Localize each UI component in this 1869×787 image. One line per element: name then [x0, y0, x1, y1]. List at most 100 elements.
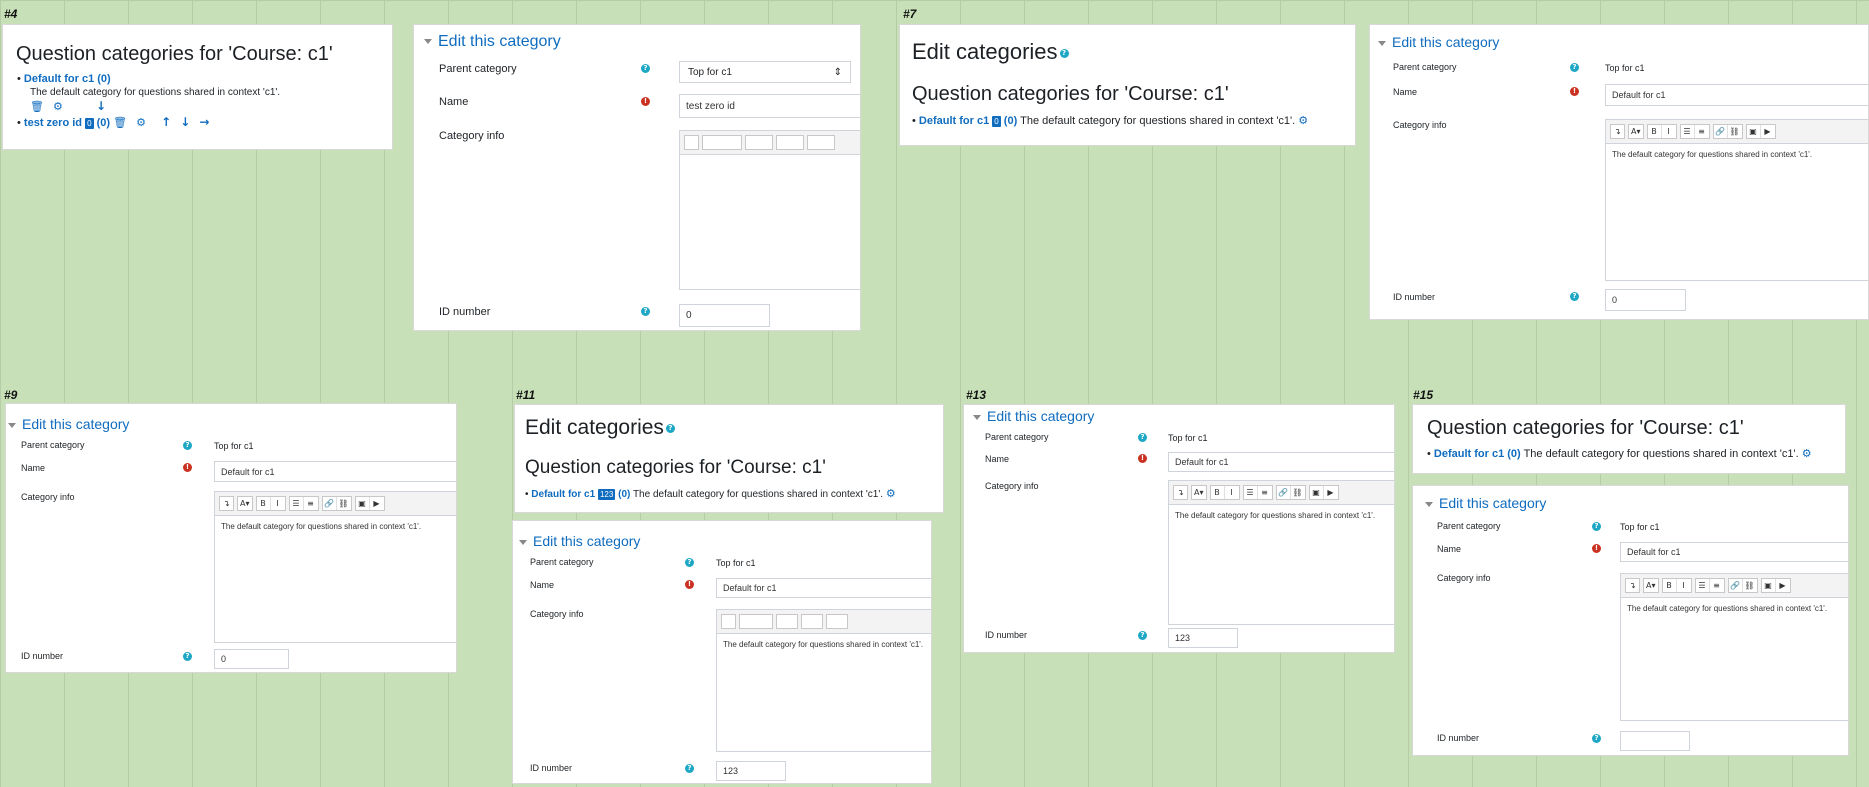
move-down-icon[interactable]: ↓: [180, 115, 190, 129]
link-icon[interactable]: 🔗: [1729, 579, 1743, 592]
ordered-list-icon[interactable]: ≡: [304, 497, 318, 510]
editor-content[interactable]: The default category for questions share…: [215, 516, 456, 537]
unordered-list-icon[interactable]: ☰: [1244, 486, 1258, 499]
font-style-icon[interactable]: A▾: [237, 496, 253, 511]
italic-icon[interactable]: I: [271, 497, 285, 510]
bold-icon[interactable]: B: [257, 497, 271, 510]
idnumber-input[interactable]: 123: [1168, 628, 1238, 648]
gear-icon[interactable]: ⚙: [53, 100, 63, 113]
category-link[interactable]: Default for c1: [919, 115, 989, 127]
undo-icon[interactable]: ↴: [1625, 578, 1640, 593]
gear-icon[interactable]: ⚙: [886, 487, 896, 500]
toolbar-button[interactable]: [776, 135, 804, 150]
link-icon[interactable]: 🔗: [323, 497, 337, 510]
help-icon[interactable]: ?: [1059, 48, 1069, 58]
unordered-list-icon[interactable]: ☰: [1681, 125, 1695, 138]
unlink-icon[interactable]: ⛓: [1743, 579, 1757, 592]
form-legend[interactable]: Edit this category: [424, 33, 561, 51]
bold-icon[interactable]: B: [1211, 486, 1225, 499]
media-icon[interactable]: ▶: [1776, 579, 1790, 592]
editor-content[interactable]: The default category for questions share…: [1606, 144, 1868, 165]
name-input[interactable]: test zero id: [679, 94, 860, 118]
media-icon[interactable]: ▶: [370, 497, 384, 510]
gear-icon[interactable]: ⚙: [136, 116, 146, 129]
toolbar-button[interactable]: [745, 135, 773, 150]
gear-icon[interactable]: ⚙: [1298, 114, 1308, 127]
category-info-editor[interactable]: ↴ A▾ BI ☰ ≡ 🔗 ⛓ ▣ ▶ The default category fo…: [1168, 480, 1394, 625]
help-icon[interactable]: ?: [641, 307, 650, 316]
category-info-editor[interactable]: [679, 130, 860, 290]
category-link[interactable]: test zero id: [24, 117, 82, 129]
image-icon[interactable]: ▣: [356, 497, 370, 510]
link-icon[interactable]: 🔗: [1714, 125, 1728, 138]
unordered-list-icon[interactable]: ☰: [1696, 579, 1710, 592]
italic-icon[interactable]: I: [1662, 125, 1676, 138]
bold-icon[interactable]: B: [1648, 125, 1662, 138]
unlink-icon[interactable]: ⛓: [1291, 486, 1305, 499]
help-icon[interactable]: ?: [183, 652, 192, 661]
category-info-editor[interactable]: ↴ A▾ BI ☰ ≡ 🔗 ⛓ ▣ ▶ The default category fo…: [214, 491, 456, 643]
form-legend[interactable]: Edit this category: [1378, 34, 1499, 50]
unordered-list-icon[interactable]: ☰: [290, 497, 304, 510]
form-legend[interactable]: Edit this category: [519, 533, 640, 549]
toolbar-button[interactable]: [702, 135, 742, 150]
editor-content[interactable]: The default category for questions share…: [1621, 598, 1848, 619]
name-input[interactable]: Default for c1: [1605, 84, 1868, 106]
font-style-icon[interactable]: A▾: [1643, 578, 1659, 593]
move-up-icon[interactable]: ↑: [161, 115, 171, 129]
delete-icon[interactable]: 🗑: [30, 100, 44, 113]
toolbar-button[interactable]: [684, 135, 699, 150]
category-info-editor[interactable]: The default category for questions share…: [716, 609, 931, 752]
toolbar-button[interactable]: [739, 614, 773, 629]
toolbar-button[interactable]: [807, 135, 835, 150]
media-icon[interactable]: ▶: [1324, 486, 1338, 499]
bold-icon[interactable]: B: [1663, 579, 1677, 592]
media-icon[interactable]: ▶: [1761, 125, 1775, 138]
idnumber-input[interactable]: [1620, 731, 1690, 751]
name-input[interactable]: Default for c1: [716, 578, 931, 598]
idnumber-input[interactable]: 0: [679, 304, 770, 327]
image-icon[interactable]: ▣: [1747, 125, 1761, 138]
form-legend[interactable]: Edit this category: [8, 416, 129, 432]
help-icon[interactable]: ?: [1570, 63, 1579, 72]
help-icon[interactable]: ?: [1592, 522, 1601, 531]
help-icon[interactable]: ?: [1138, 433, 1147, 442]
help-icon[interactable]: ?: [665, 423, 675, 433]
name-input[interactable]: Default for c1: [1620, 542, 1848, 562]
name-input[interactable]: Default for c1: [1168, 452, 1394, 472]
move-down-icon[interactable]: ↓: [96, 99, 106, 113]
move-right-icon[interactable]: →: [199, 115, 209, 129]
font-style-icon[interactable]: A▾: [1191, 485, 1207, 500]
unlink-icon[interactable]: ⛓: [1728, 125, 1742, 138]
undo-icon[interactable]: ↴: [219, 496, 234, 511]
italic-icon[interactable]: I: [1225, 486, 1239, 499]
unlink-icon[interactable]: ⛓: [337, 497, 351, 510]
font-style-icon[interactable]: A▾: [1628, 124, 1644, 139]
delete-icon[interactable]: 🗑: [113, 116, 127, 129]
form-legend[interactable]: Edit this category: [973, 408, 1094, 424]
help-icon[interactable]: ?: [1592, 734, 1601, 743]
editor-content[interactable]: The default category for questions share…: [1169, 505, 1394, 526]
help-icon[interactable]: ?: [1570, 292, 1579, 301]
category-link[interactable]: Default for c1 (0): [24, 73, 111, 85]
ordered-list-icon[interactable]: ≡: [1695, 125, 1709, 138]
ordered-list-icon[interactable]: ≡: [1258, 486, 1272, 499]
gear-icon[interactable]: ⚙: [1802, 447, 1812, 460]
category-info-editor[interactable]: ↴ A▾ BI ☰ ≡ 🔗 ⛓ ▣ ▶ The default category fo…: [1605, 119, 1868, 281]
parent-select[interactable]: Top for c1 ⇕: [679, 61, 851, 83]
idnumber-input[interactable]: 0: [214, 649, 289, 669]
toolbar-button[interactable]: [776, 614, 798, 629]
image-icon[interactable]: ▣: [1762, 579, 1776, 592]
ordered-list-icon[interactable]: ≡: [1710, 579, 1724, 592]
toolbar-button[interactable]: [826, 614, 848, 629]
name-input[interactable]: Default for c1: [214, 461, 456, 482]
category-link[interactable]: Default for c1 (0): [1434, 448, 1521, 460]
help-icon[interactable]: ?: [685, 558, 694, 567]
help-icon[interactable]: ?: [1138, 631, 1147, 640]
help-icon[interactable]: ?: [183, 441, 192, 450]
editor-content[interactable]: The default category for questions share…: [717, 634, 931, 655]
italic-icon[interactable]: I: [1677, 579, 1691, 592]
category-link[interactable]: Default for c1: [531, 489, 595, 500]
idnumber-input[interactable]: 0: [1605, 289, 1686, 311]
form-legend[interactable]: Edit this category: [1425, 495, 1546, 511]
